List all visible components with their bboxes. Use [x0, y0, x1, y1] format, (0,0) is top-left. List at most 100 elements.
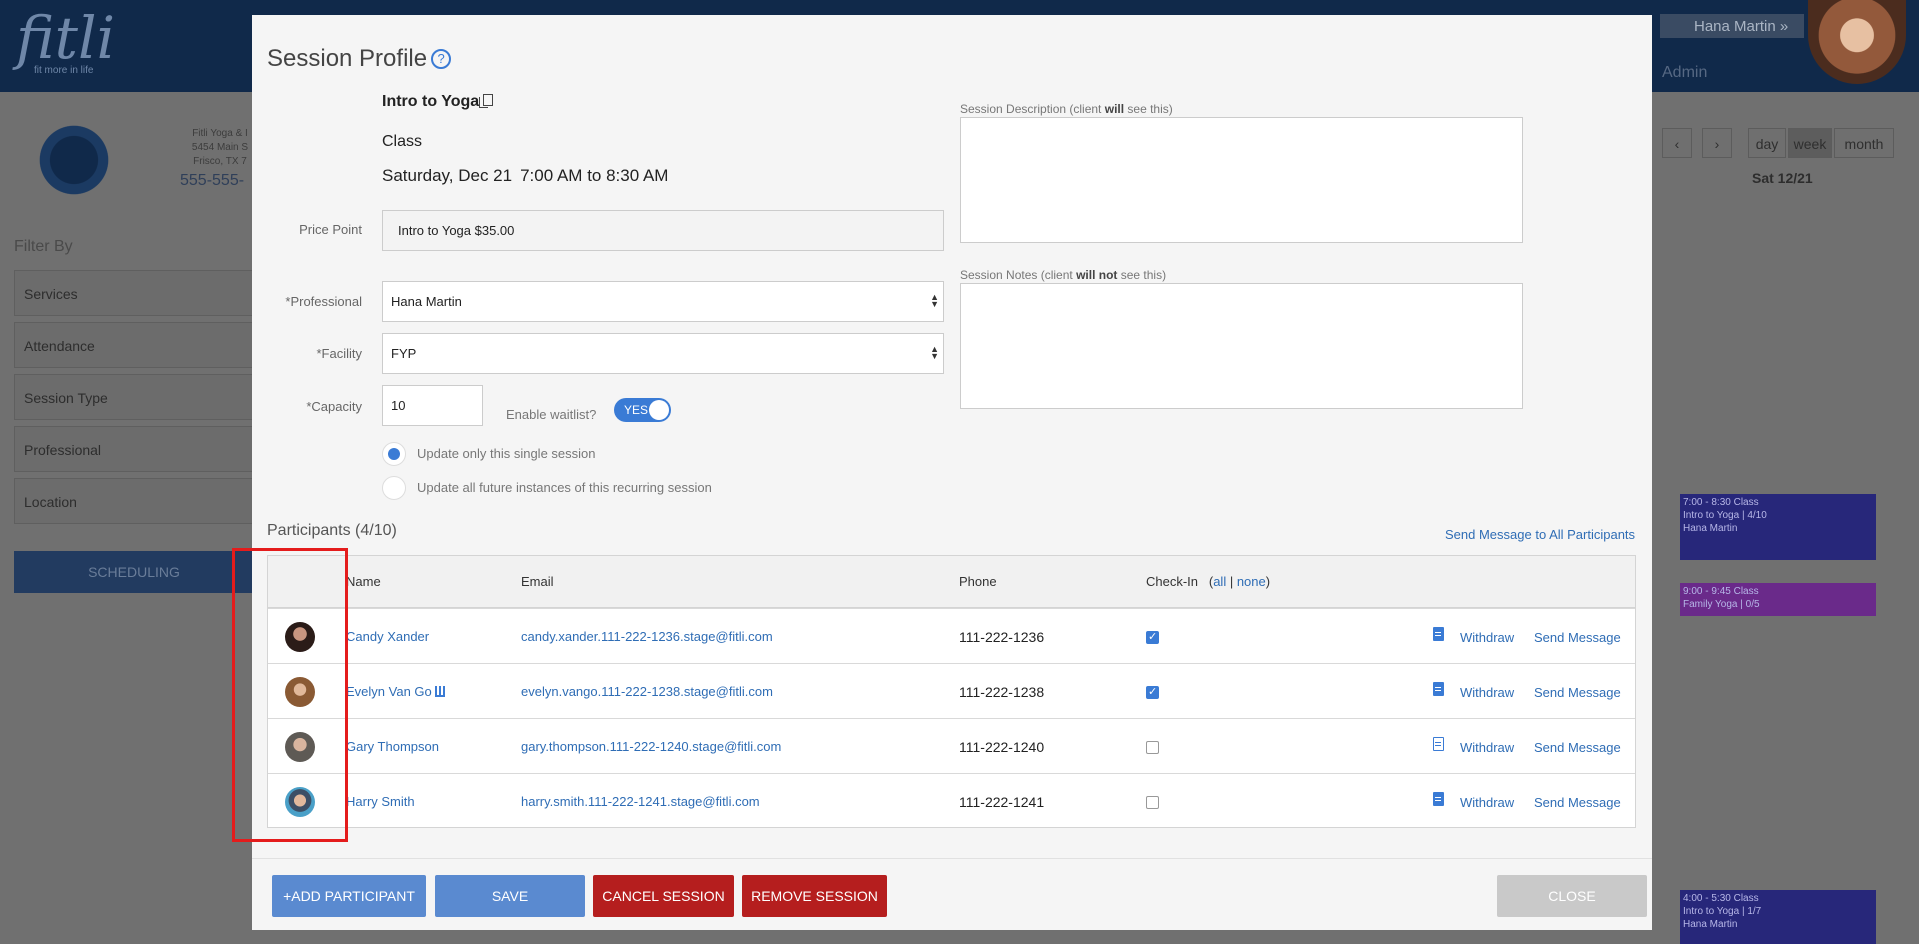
checkin-checkbox[interactable]: [1146, 796, 1159, 809]
capacity-label: *Capacity: [306, 399, 362, 414]
select-arrow-icon: ▲ ▼: [930, 344, 939, 361]
calendar-event[interactable]: 7:00 - 8:30 Class Intro to Yoga | 4/10 Han…: [1680, 494, 1876, 560]
prev-week-button[interactable]: ‹: [1662, 128, 1692, 158]
send-message-link[interactable]: Send Message: [1534, 685, 1621, 700]
participant-name[interactable]: Gary Thompson: [346, 739, 439, 754]
filter-attendance[interactable]: Attendance: [14, 322, 254, 368]
withdraw-link[interactable]: Withdraw: [1460, 685, 1514, 700]
participants-table: Name Email Phone Check-In (all | none) C…: [267, 555, 1636, 828]
participant-email[interactable]: evelyn.vango.111-222-1238.stage@fitli.co…: [521, 684, 773, 699]
user-name: Hana Martin: [1694, 18, 1776, 35]
description-label: Session Description (client will see thi…: [960, 102, 1173, 116]
table-row: Candy Xander candy.xander.111-222-1236.s…: [268, 608, 1635, 663]
remove-session-button[interactable]: REMOVE SESSION: [742, 875, 887, 917]
waitlist-label: Enable waitlist?: [506, 407, 597, 422]
document-icon[interactable]: [1433, 792, 1444, 806]
filter-session-type[interactable]: Session Type: [14, 374, 254, 420]
col-name: Name: [346, 574, 381, 589]
withdraw-link[interactable]: Withdraw: [1460, 795, 1514, 810]
notes-label: Session Notes (client will not see this): [960, 268, 1167, 282]
table-header: Name Email Phone Check-In (all | none): [268, 556, 1635, 608]
participant-phone: 111-222-1238: [959, 684, 1045, 700]
update-single-radio[interactable]: [382, 442, 406, 466]
professional-label: *Professional: [285, 294, 362, 309]
save-button[interactable]: SAVE: [435, 875, 585, 917]
highlight-box: [232, 548, 348, 842]
document-outline-icon[interactable]: [1433, 737, 1444, 751]
participant-email[interactable]: harry.smith.111-222-1241.stage@fitli.com: [521, 794, 760, 809]
checkin-checkbox[interactable]: [1146, 630, 1159, 644]
copy-icon[interactable]: [479, 94, 494, 108]
update-all-radio[interactable]: [382, 476, 406, 500]
user-role: Admin: [1662, 64, 1708, 81]
footer-divider: [252, 858, 1652, 859]
document-icon[interactable]: [1433, 682, 1444, 696]
filter-services[interactable]: Services: [14, 270, 254, 316]
logo-tagline: fit more in life: [34, 65, 94, 76]
col-checkin: Check-In (all | none): [1146, 574, 1271, 589]
next-week-button[interactable]: ›: [1702, 128, 1732, 158]
withdraw-link[interactable]: Withdraw: [1460, 740, 1514, 755]
participants-title: Participants (4/10): [267, 522, 397, 539]
filter-location[interactable]: Location: [14, 478, 254, 524]
participant-phone: 111-222-1236: [959, 629, 1045, 645]
cancel-session-button[interactable]: CANCEL SESSION: [593, 875, 734, 917]
view-month-button[interactable]: month: [1834, 128, 1894, 158]
calendar-event[interactable]: 9:00 - 9:45 Class Family Yoga | 0/5: [1680, 583, 1876, 616]
company-phone: 555-555-: [180, 172, 245, 189]
send-message-link[interactable]: Send Message: [1534, 630, 1621, 645]
update-single-label: Update only this single session: [417, 446, 596, 461]
facility-label: *Facility: [316, 346, 362, 361]
chevron-down-icon: »: [1779, 18, 1789, 35]
waitlist-toggle[interactable]: YES: [614, 398, 671, 422]
calendar-date-heading: Sat 12/21: [1752, 170, 1813, 186]
description-textarea[interactable]: [960, 117, 1523, 243]
filter-professional[interactable]: Professional: [14, 426, 254, 472]
checkin-checkbox[interactable]: [1146, 685, 1159, 699]
user-menu[interactable]: Hana Martin »: [1660, 14, 1804, 38]
update-all-label: Update all future instances of this recu…: [417, 480, 712, 495]
participant-name[interactable]: Harry Smith: [346, 794, 415, 809]
send-message-link[interactable]: Send Message: [1534, 795, 1621, 810]
help-icon[interactable]: ?: [431, 49, 452, 69]
price-point-field: Intro to Yoga $35.00: [382, 210, 944, 251]
col-phone: Phone: [959, 574, 997, 589]
modal-title: Session Profile?: [267, 45, 452, 73]
add-participant-button[interactable]: +ADD PARTICIPANT: [272, 875, 426, 917]
waitlist-icon: [434, 686, 445, 697]
view-week-button[interactable]: week: [1788, 128, 1832, 158]
close-button[interactable]: CLOSE: [1497, 875, 1647, 917]
facility-select[interactable]: FYP ▲ ▼: [382, 333, 944, 374]
send-message-all-link[interactable]: Send Message to All Participants: [1445, 527, 1635, 542]
checkin-checkbox[interactable]: [1146, 741, 1159, 754]
session-name: Intro to Yoga: [382, 93, 494, 111]
checkin-all-link[interactable]: all: [1213, 574, 1226, 589]
notes-textarea[interactable]: [960, 283, 1523, 409]
professional-select[interactable]: Hana Martin ▲ ▼: [382, 281, 944, 322]
checkin-none-link[interactable]: none: [1237, 574, 1266, 589]
withdraw-link[interactable]: Withdraw: [1460, 630, 1514, 645]
calendar-event[interactable]: 4:00 - 5:30 Class Intro to Yoga | 1/7 Hana…: [1680, 890, 1876, 944]
participant-phone: 111-222-1241: [959, 794, 1045, 810]
company-logo: [26, 112, 122, 208]
document-icon[interactable]: [1433, 627, 1444, 641]
col-email: Email: [521, 574, 554, 589]
capacity-input[interactable]: 10: [382, 385, 483, 426]
company-address: Fitli Yoga & I 5454 Main S Frisco, TX 7: [191, 128, 249, 167]
fitli-logo: fitli: [16, 4, 116, 72]
session-profile-modal: Session Profile? Intro to Yoga Class Sat…: [252, 15, 1652, 930]
toggle-knob: [649, 400, 669, 420]
session-datetime: Saturday, Dec 21 7:00 AM to 8:30 AM: [382, 166, 669, 185]
participant-name[interactable]: Evelyn Van Go: [346, 684, 445, 699]
price-point-label: Price Point: [299, 222, 362, 237]
participant-email[interactable]: candy.xander.111-222-1236.stage@fitli.co…: [521, 629, 773, 644]
view-day-button[interactable]: day: [1748, 128, 1786, 158]
select-arrow-icon: ▲ ▼: [930, 292, 939, 309]
session-type: Class: [382, 133, 423, 150]
participant-name[interactable]: Candy Xander: [346, 629, 429, 644]
scheduling-button[interactable]: SCHEDULING: [14, 551, 254, 593]
table-row: Evelyn Van Go evelyn.vango.111-222-1238.…: [268, 663, 1635, 718]
table-row: Gary Thompson gary.thompson.111-222-1240…: [268, 718, 1635, 773]
participant-email[interactable]: gary.thompson.111-222-1240.stage@fitli.c…: [521, 739, 781, 754]
send-message-link[interactable]: Send Message: [1534, 740, 1621, 755]
